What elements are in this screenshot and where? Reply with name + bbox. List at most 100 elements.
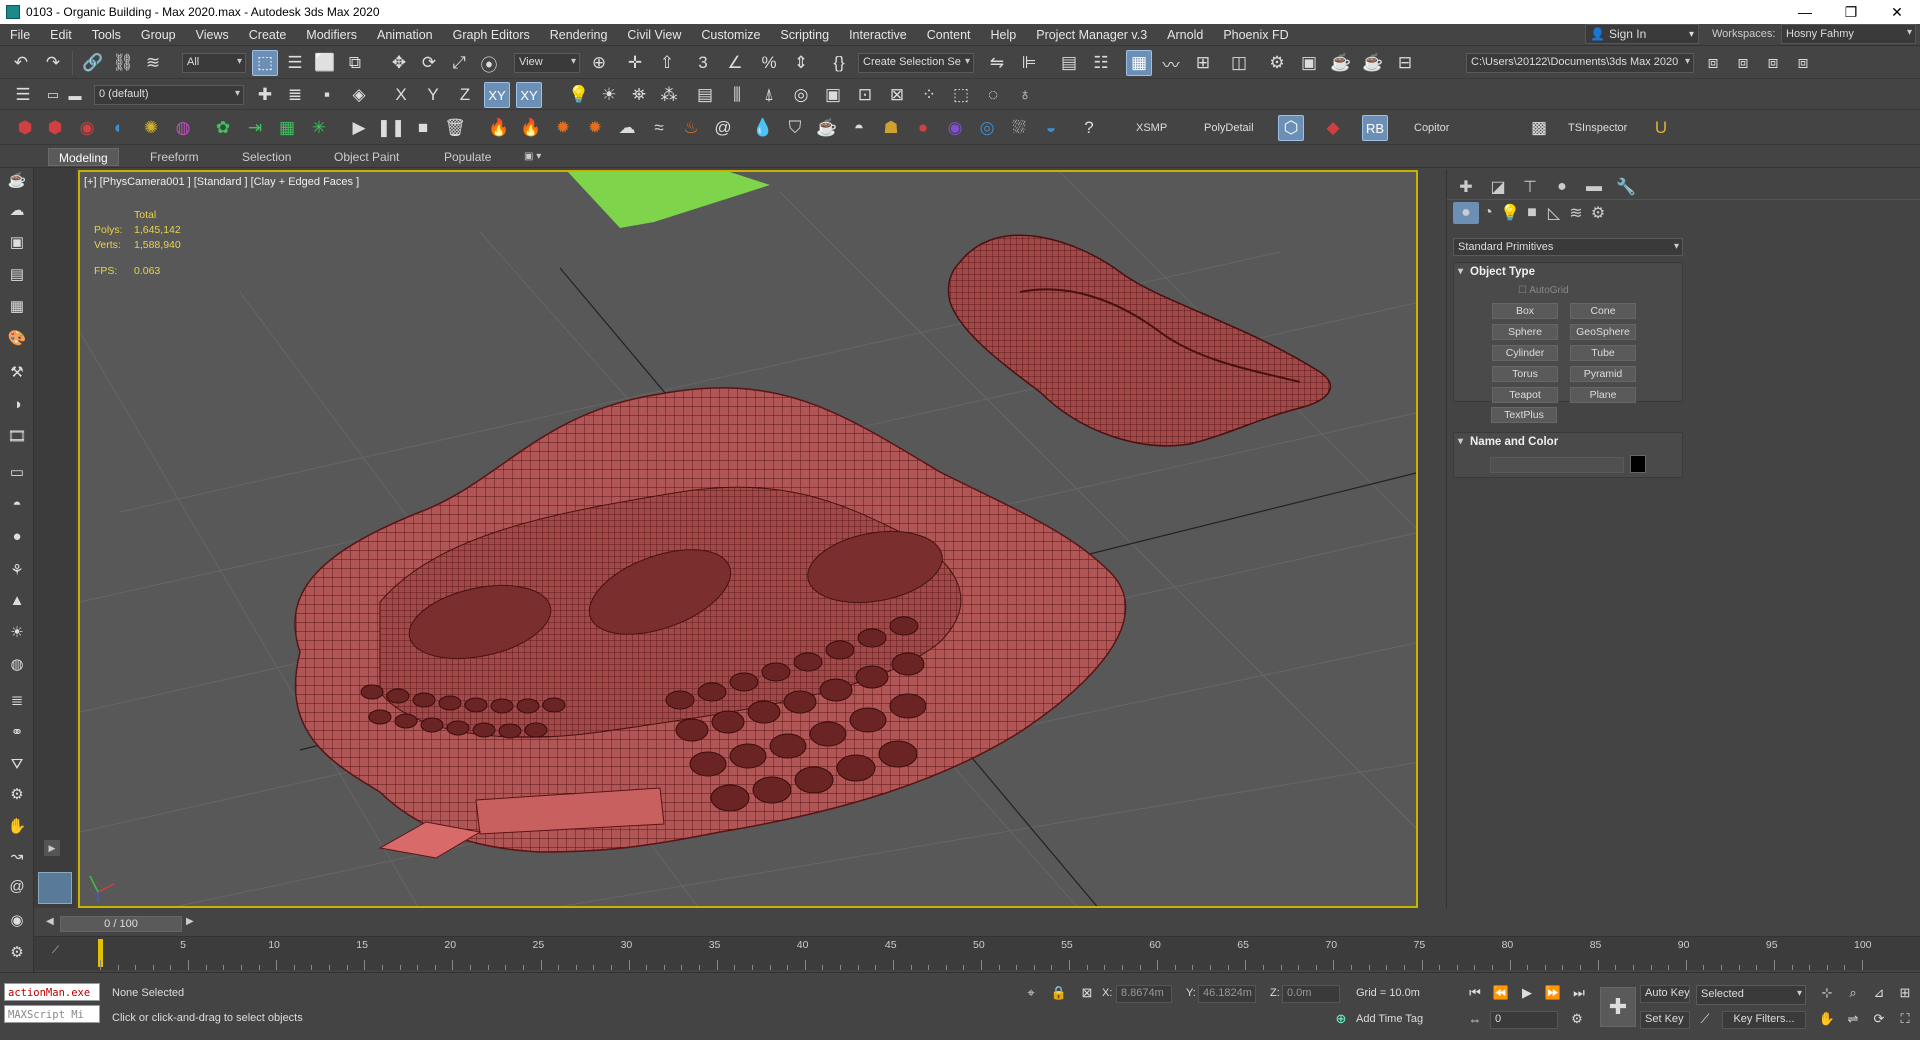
tube-button[interactable]: Tube [1570, 345, 1636, 361]
scene-explorer-icon[interactable]: ▤ [1056, 50, 1082, 76]
fire-wave-icon[interactable]: ✹ [582, 115, 608, 141]
menu-animation[interactable]: Animation [367, 24, 443, 46]
render-iterative-icon[interactable]: ☕ [1360, 50, 1386, 76]
angle-snap-icon[interactable]: ∠ [722, 50, 748, 76]
menu-civil-view[interactable]: Civil View [617, 24, 691, 46]
plane-prim-icon[interactable]: ▭ [4, 460, 30, 484]
tab-modeling[interactable]: Modeling [48, 148, 119, 166]
rect-selection-icon[interactable]: ⬜ [312, 50, 338, 76]
slider-prev-icon[interactable]: ◀ [46, 916, 54, 927]
fire-burst-icon[interactable]: ✹ [550, 115, 576, 141]
arc-rotate-icon[interactable]: ⟳ [1868, 1009, 1890, 1029]
arrow-tool-icon[interactable]: ↝ [4, 844, 30, 868]
pour-icon[interactable]: ☗ [878, 115, 904, 141]
sun-light-icon[interactable]: ☀ [4, 620, 30, 644]
hand-icon[interactable]: ✋ [4, 814, 30, 838]
project-folder-icon[interactable]: ⧈ [1700, 50, 1726, 76]
menu-views[interactable]: Views [186, 24, 239, 46]
hide-icon[interactable]: ▬ [62, 82, 88, 108]
zoom-all-icon[interactable]: ⊞ [1894, 983, 1916, 1003]
align-icon[interactable]: ⊫ [1016, 50, 1042, 76]
menu-phoenix-fd[interactable]: Phoenix FD [1213, 24, 1298, 46]
expand-arrow-icon[interactable]: ▶ [44, 840, 60, 856]
close-button[interactable]: ✕ [1874, 0, 1920, 24]
image-icon[interactable]: ▣ [4, 230, 30, 254]
rotate-icon[interactable]: ⟳ [416, 50, 442, 76]
scale-icon[interactable]: ⤢ [446, 50, 472, 76]
set-key-big-button[interactable]: ✚ [1600, 987, 1636, 1027]
move-icon[interactable]: ✥ [386, 50, 412, 76]
dome-icon[interactable]: ◓ [4, 492, 30, 516]
xsmp-button[interactable]: XSMP [1136, 122, 1167, 134]
utilities-tab-icon[interactable]: 🔧 [1613, 176, 1639, 198]
globe-icon[interactable]: ◉ [4, 908, 30, 932]
bulb-icon[interactable]: ♁ [1012, 82, 1038, 108]
time-config-icon[interactable]: ⚙ [1566, 1009, 1588, 1029]
time-tag-icon[interactable]: ⊕ [1330, 1009, 1352, 1029]
menu-create[interactable]: Create [239, 24, 297, 46]
layer-explorer-icon[interactable]: ☷ [1088, 50, 1114, 76]
viewport-layout-button[interactable] [38, 872, 72, 904]
fire-source-icon[interactable]: 🔥 [518, 115, 544, 141]
menu-group[interactable]: Group [131, 24, 186, 46]
selection-filter-dropdown[interactable]: All [182, 53, 246, 73]
scatter-star-icon[interactable]: ✳ [306, 115, 332, 141]
key-mode-icon[interactable]: ⇔ [1464, 1009, 1486, 1029]
maximize-viewport-icon[interactable]: ⛶ [1894, 1009, 1916, 1029]
project-folder-new-icon[interactable]: ⧈ [1730, 50, 1756, 76]
select-manipulate-icon[interactable]: ✛ [622, 50, 648, 76]
vray-sun-icon[interactable]: ✺ [138, 115, 164, 141]
particle-icon[interactable]: ◉ [942, 115, 968, 141]
camera-tool-icon[interactable]: ⛯ [626, 82, 652, 108]
film-icon[interactable]: 🎞 [4, 424, 30, 448]
grid-tool-icon[interactable]: ▦ [274, 115, 300, 141]
textplus-button[interactable]: TextPlus [1491, 407, 1557, 423]
polydetail-button[interactable]: PolyDetail [1204, 122, 1254, 134]
tab-object-paint[interactable]: Object Paint [324, 148, 409, 166]
tool-b-icon[interactable]: ◑ [4, 392, 30, 416]
snaps-toggle-icon[interactable]: 3 [690, 50, 716, 76]
orbit-view-icon[interactable]: ⊹ [1816, 983, 1838, 1003]
lock-icon[interactable]: 🔒 [1048, 983, 1070, 1003]
menu-help[interactable]: Help [981, 24, 1027, 46]
layer-stack-icon[interactable]: ≣ [282, 82, 308, 108]
slider-next-icon[interactable]: ▶ [186, 916, 194, 927]
workspace-dropdown[interactable]: Hosny Fahmy [1781, 24, 1916, 44]
spiral-icon[interactable]: @ [4, 874, 30, 898]
curve-toggle-icon[interactable]: ⟋ [52, 945, 59, 956]
vray-proxy-icon[interactable]: ⬢ [42, 115, 68, 141]
time-slider[interactable]: 0 / 100 [60, 916, 182, 932]
menu-tools[interactable]: Tools [82, 24, 131, 46]
render-setup-icon[interactable]: ⚙ [1264, 50, 1290, 76]
menu-graph-editors[interactable]: Graph Editors [443, 24, 540, 46]
axis-xy-cycle-button[interactable]: XY [516, 82, 542, 108]
viewport-icon[interactable]: ▣ [820, 82, 846, 108]
tsinspector-icon[interactable]: ▩ [1526, 115, 1552, 141]
key-mode-dropdown[interactable]: Selected [1696, 985, 1806, 1005]
cone-button[interactable]: Cone [1570, 303, 1636, 319]
gear-tool-icon[interactable]: ⚙ [4, 782, 30, 806]
edit-named-sets-icon[interactable]: {} [826, 50, 852, 76]
menu-arnold[interactable]: Arnold [1157, 24, 1213, 46]
undo-icon[interactable]: ↶ [8, 50, 34, 76]
schematic-view-icon[interactable]: ⊞ [1190, 50, 1216, 76]
help-icon[interactable]: ? [1076, 115, 1102, 141]
select-object-icon[interactable]: ⬚ [252, 50, 278, 76]
tab-freeform[interactable]: Freeform [140, 148, 209, 166]
ribbon-toggle-icon[interactable]: ▦ [1126, 50, 1152, 76]
table-view-icon[interactable]: ▦ [4, 294, 30, 318]
keyboard-shortcut-icon[interactable]: ⇧ [654, 50, 680, 76]
foam-icon[interactable]: ⛆ [1006, 115, 1032, 141]
tsinspector-button[interactable]: TSInspector [1568, 122, 1627, 134]
sphere-button[interactable]: Sphere [1492, 324, 1558, 340]
menu-project-manager[interactable]: Project Manager v.3 [1026, 24, 1157, 46]
layer-dropdown[interactable]: 0 (default) [94, 85, 244, 105]
object-type-header[interactable]: Object Type [1454, 263, 1682, 281]
axis-xy-button[interactable]: XY [484, 82, 510, 108]
autogrid-checkbox[interactable]: ☐ AutoGrid [1518, 285, 1569, 296]
sphere-prim-icon[interactable]: ● [4, 524, 30, 548]
vray-light-icon[interactable]: ◉ [74, 115, 100, 141]
plane-button[interactable]: Plane [1570, 387, 1636, 403]
plant-icon[interactable]: ⚘ [4, 558, 30, 582]
smoke-icon[interactable]: ☁ [614, 115, 640, 141]
